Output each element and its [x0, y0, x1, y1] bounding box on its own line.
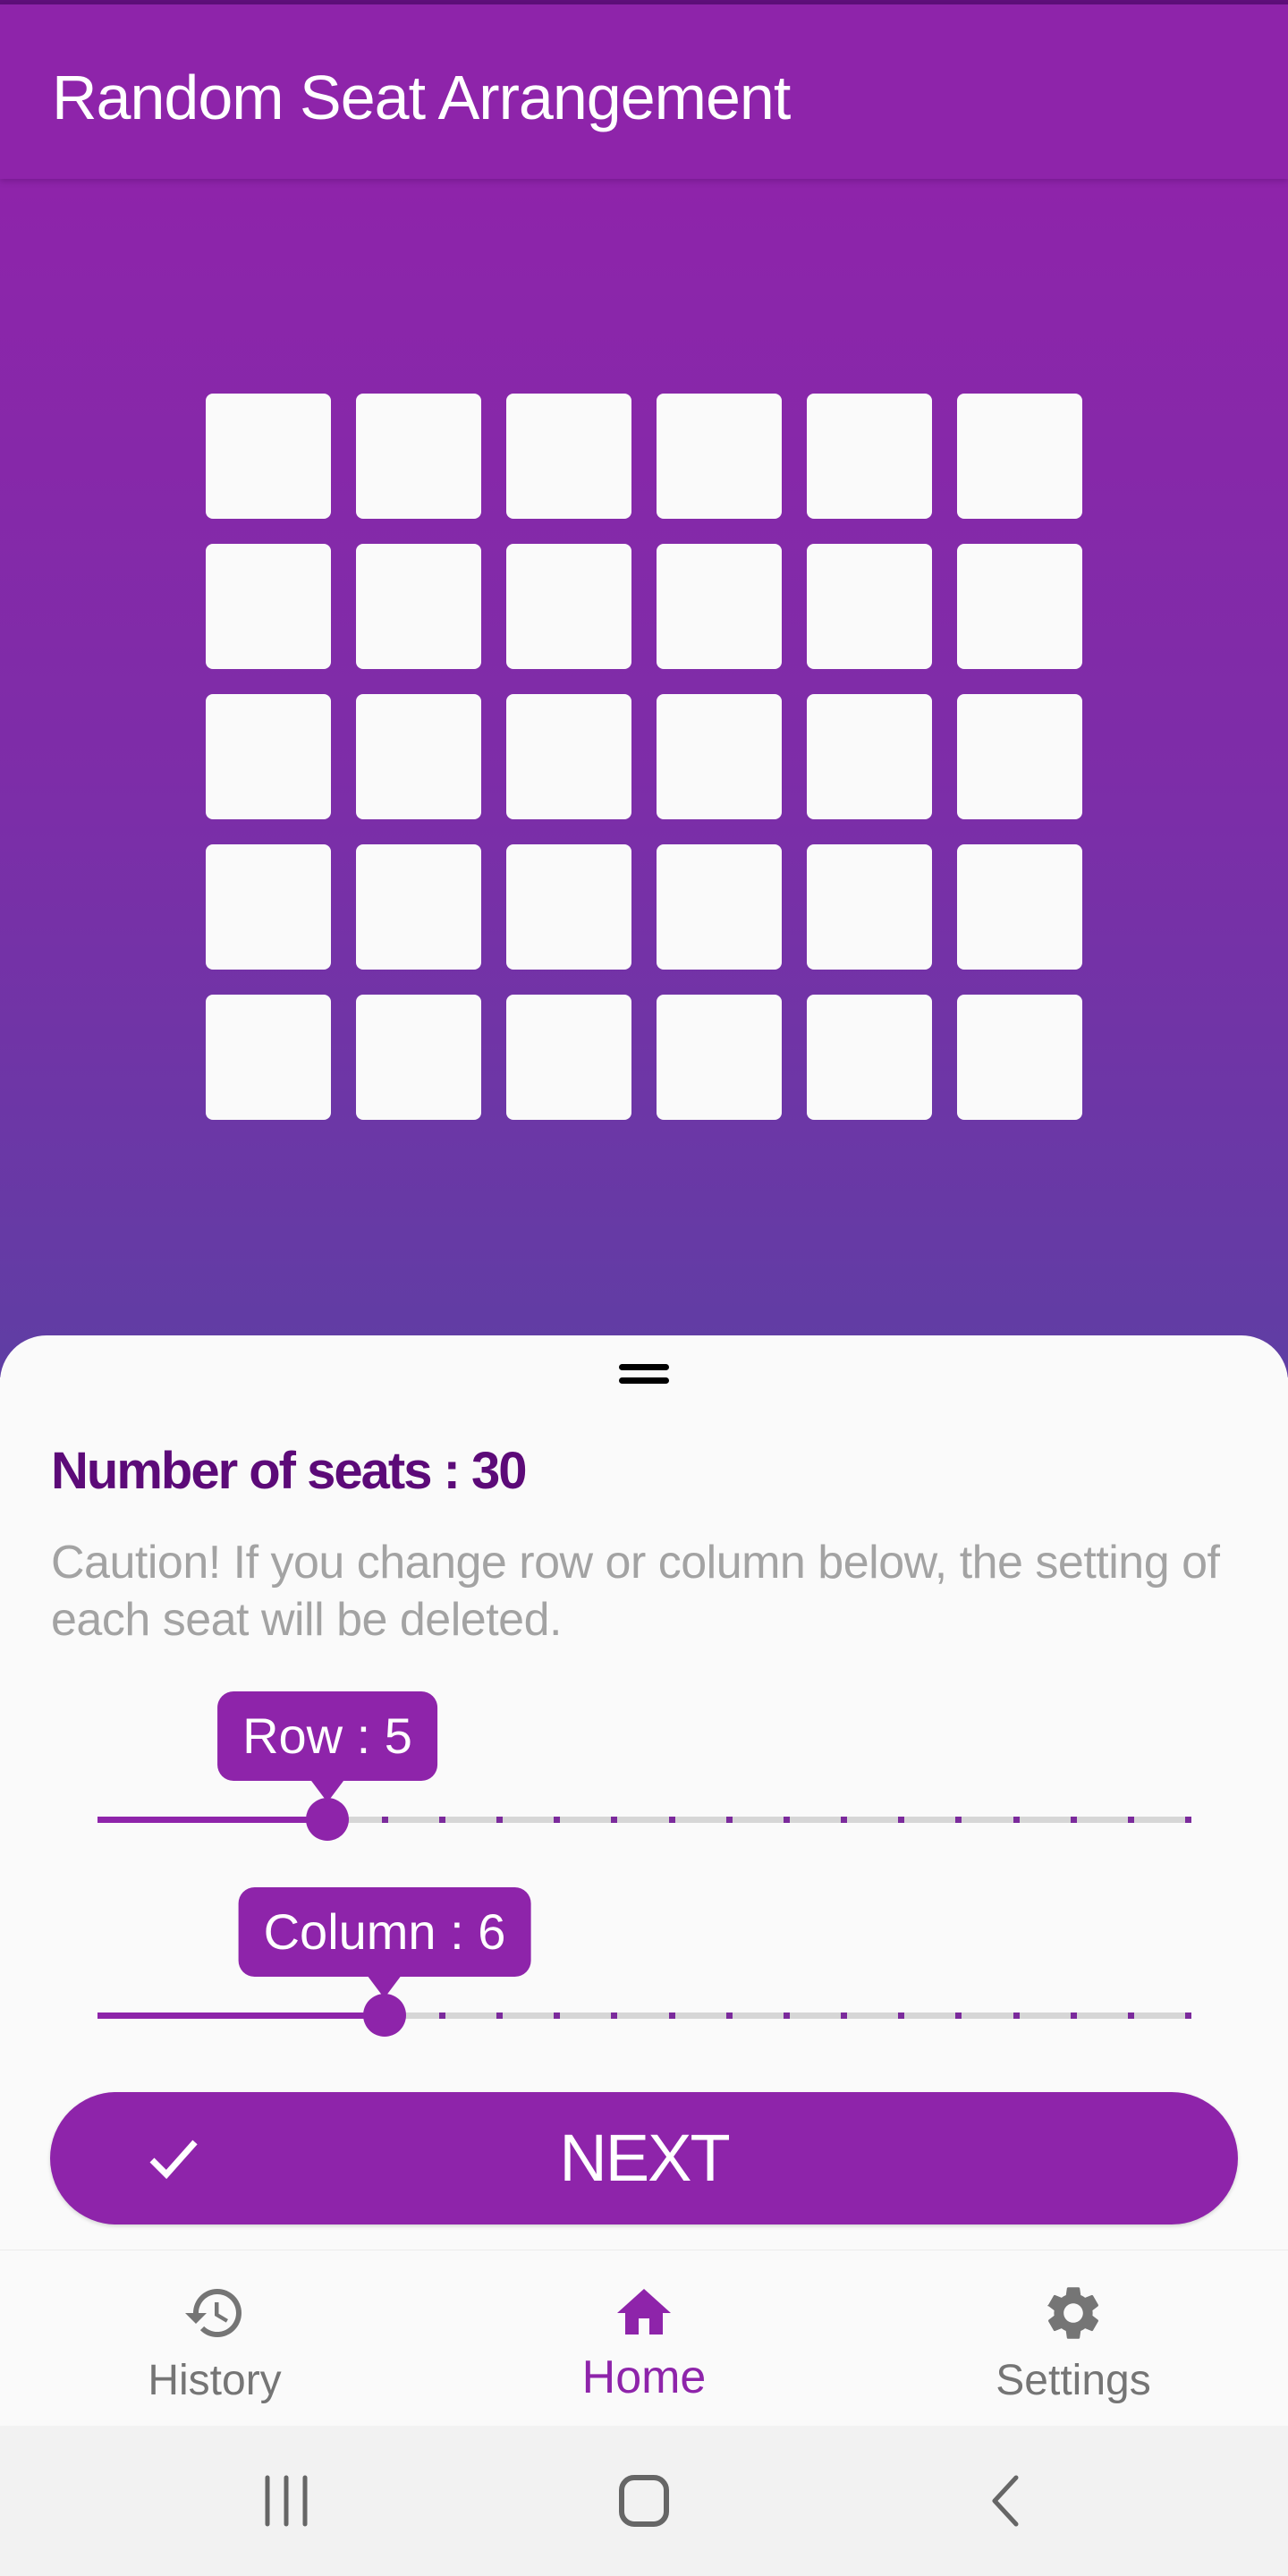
nav-item-settings[interactable]: Settings: [939, 2250, 1208, 2427]
home-icon: [617, 2289, 671, 2334]
slider-tick: [784, 2012, 790, 2019]
seat[interactable]: [807, 544, 932, 669]
seat[interactable]: [356, 995, 481, 1120]
seat[interactable]: [807, 694, 932, 819]
nav-item-history[interactable]: History: [80, 2250, 349, 2427]
seat[interactable]: [807, 844, 932, 970]
slider-tick: [726, 1817, 733, 1823]
seat-grid: [0, 179, 1288, 1377]
seat[interactable]: [657, 844, 782, 970]
nav-label-home: Home: [581, 2351, 707, 2403]
slider-tick: [554, 1817, 560, 1823]
slider-tick: [955, 2012, 962, 2019]
seat[interactable]: [657, 694, 782, 819]
slider-tick: [726, 2012, 733, 2019]
nav-label-settings: Settings: [996, 2357, 1151, 2404]
seat-count-label: Number of seats : 30: [51, 1442, 528, 1500]
column-slider[interactable]: Column : 6: [97, 1887, 1191, 2042]
slider-tick: [1071, 2012, 1077, 2019]
caution-text: Caution! If you change row or column bel…: [51, 1537, 1220, 1646]
slider-tick: [1128, 1817, 1134, 1823]
drag-handle[interactable]: [619, 1364, 669, 1384]
seat[interactable]: [356, 544, 481, 669]
slider-thumb[interactable]: [363, 1994, 406, 2037]
seat[interactable]: [657, 544, 782, 669]
seat[interactable]: [957, 844, 1082, 970]
drag-handle-bar: [619, 1377, 669, 1384]
slider-tick: [554, 2012, 560, 2019]
slider-tick: [382, 1817, 388, 1823]
app-bar: Random Seat Arrangement: [0, 4, 1288, 179]
next-button[interactable]: NEXT: [50, 2092, 1238, 2224]
seat[interactable]: [206, 694, 331, 819]
seat[interactable]: [206, 394, 331, 519]
seat[interactable]: [206, 844, 331, 970]
row-slider[interactable]: Row : 5: [97, 1691, 1191, 1846]
slider-track-fill: [97, 1817, 327, 1823]
drag-handle-bar: [619, 1364, 669, 1370]
seat[interactable]: [206, 995, 331, 1120]
slider-tick: [1013, 1817, 1020, 1823]
slider-track-fill: [97, 2012, 385, 2019]
seat[interactable]: [807, 394, 932, 519]
column-value-tooltip: Column : 6: [238, 1887, 531, 1998]
slider-tick: [611, 1817, 617, 1823]
slider-tick: [496, 1817, 503, 1823]
slider-tick: [1185, 2012, 1191, 2019]
seat[interactable]: [356, 394, 481, 519]
slider-tick: [841, 1817, 847, 1823]
seat[interactable]: [657, 995, 782, 1120]
seat[interactable]: [957, 394, 1082, 519]
slider-tick: [1013, 2012, 1020, 2019]
seat[interactable]: [206, 544, 331, 669]
slider-tick: [1071, 1817, 1077, 1823]
seat-preview-area: [0, 179, 1288, 1377]
slider-tick: [898, 2012, 904, 2019]
slider-tick: [439, 1817, 445, 1823]
slider-tick: [669, 2012, 675, 2019]
slider-tick: [439, 2012, 445, 2019]
app-title: Random Seat Arrangement: [52, 63, 791, 132]
seat[interactable]: [506, 544, 631, 669]
gear-icon: [1047, 2287, 1099, 2339]
nav-label-history: History: [148, 2357, 282, 2404]
slider-tick: [841, 2012, 847, 2019]
slider-tick: [496, 2012, 503, 2019]
slider-tick: [898, 1817, 904, 1823]
seat[interactable]: [957, 544, 1082, 669]
seat[interactable]: [957, 995, 1082, 1120]
seat[interactable]: [356, 694, 481, 819]
slider-tick: [1128, 2012, 1134, 2019]
seat[interactable]: [807, 995, 932, 1120]
slider-tick: [784, 1817, 790, 1823]
slider-tick: [669, 1817, 675, 1823]
slider-tick: [1185, 1817, 1191, 1823]
bottom-navigation: History Home Settings: [0, 2250, 1288, 2427]
slider-thumb[interactable]: [306, 1798, 349, 1841]
slider-tick: [611, 2012, 617, 2019]
seat[interactable]: [356, 844, 481, 970]
next-button-label: NEXT: [559, 2121, 730, 2195]
recent-apps-icon[interactable]: [242, 2469, 331, 2531]
row-value-tooltip: Row : 5: [217, 1691, 437, 1802]
seat[interactable]: [657, 394, 782, 519]
bottom-sheet: Number of seats : 30 Caution! If you cha…: [0, 1335, 1288, 2250]
seat[interactable]: [506, 694, 631, 819]
seat[interactable]: [506, 995, 631, 1120]
back-icon[interactable]: [960, 2469, 1049, 2531]
nav-item-home[interactable]: Home: [510, 2250, 778, 2427]
history-icon: [185, 2289, 242, 2337]
seat[interactable]: [506, 394, 631, 519]
slider-tick: [955, 1817, 962, 1823]
seat[interactable]: [957, 694, 1082, 819]
system-navigation-bar: [0, 2426, 1288, 2576]
home-circle-icon[interactable]: [599, 2469, 689, 2531]
seat[interactable]: [506, 844, 631, 970]
